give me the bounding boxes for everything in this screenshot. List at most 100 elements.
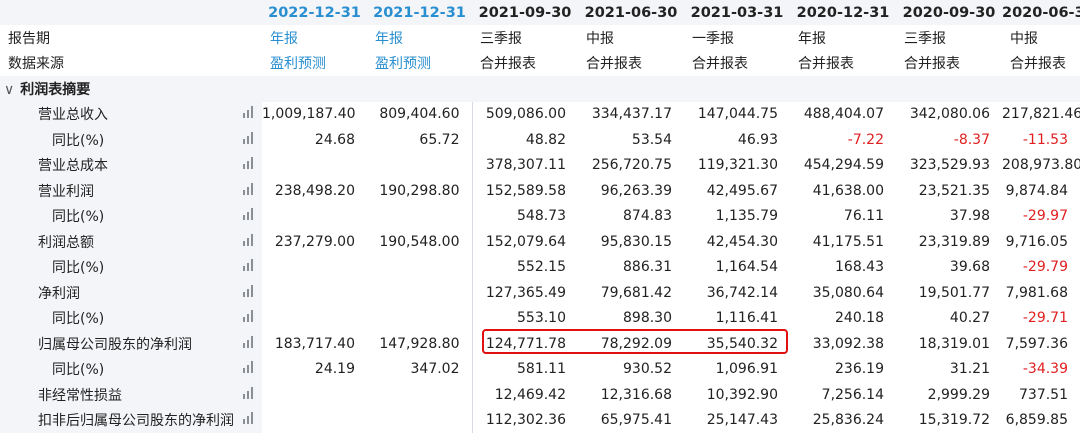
bar-chart-icon[interactable] [242, 208, 256, 221]
bar-chart-icon[interactable] [242, 182, 256, 195]
table-cell: 36,742.14 [684, 280, 790, 306]
report-period-cell: 中报 [1002, 25, 1080, 51]
table-cell [262, 152, 367, 178]
bar-chart-icon[interactable] [242, 259, 256, 272]
table-cell [262, 305, 367, 331]
row-label: 非经常性损益 [0, 382, 236, 408]
table-row: 同比(%) 24.19 347.02 581.11 930.52 1,096.91 236.… [0, 356, 1080, 382]
chart-button-cell[interactable] [236, 101, 262, 127]
table-cell: 25,836.24 [790, 407, 896, 433]
bar-chart-icon[interactable] [242, 386, 256, 399]
table-cell: 1,009,187.40 [262, 101, 367, 127]
section-empty-cell [790, 76, 896, 102]
bar-chart-icon[interactable] [242, 310, 256, 323]
bar-chart-icon[interactable] [242, 284, 256, 297]
table-cell: 96,263.39 [578, 178, 684, 204]
table-cell: 25,147.43 [684, 407, 790, 433]
data-source-cell[interactable]: 盈利预测 [367, 50, 472, 76]
column-date-header[interactable]: 2020-09-30 [896, 0, 1002, 25]
bar-chart-icon[interactable] [242, 412, 256, 425]
section-header-row[interactable]: ∨ 利润表摘要 [0, 76, 1080, 102]
bar-chart-icon[interactable] [242, 106, 256, 119]
chart-button-cell[interactable] [236, 280, 262, 306]
table-cell: 18,319.01 [896, 331, 1002, 357]
table-cell: 2,999.29 [896, 382, 1002, 408]
table-cell: 147,928.80 [367, 331, 473, 357]
chart-button-cell[interactable] [236, 229, 262, 255]
table-cell: 7,256.14 [790, 382, 896, 408]
bar-chart-icon[interactable] [242, 335, 256, 348]
table-cell [367, 280, 473, 306]
table-cell: 737.51 [1002, 382, 1080, 408]
table-cell [367, 407, 473, 433]
chevron-down-icon[interactable]: ∨ [4, 82, 14, 98]
bar-chart-icon[interactable] [242, 233, 256, 246]
table-cell [367, 305, 473, 331]
column-date-header[interactable]: 2021-03-31 [684, 0, 790, 25]
table-cell: 9,716.05 [1002, 229, 1080, 255]
table-cell: 886.31 [578, 254, 684, 280]
bar-chart-icon[interactable] [242, 131, 256, 144]
header-corner [0, 0, 262, 25]
table-cell: 342,080.06 [896, 101, 1002, 127]
bar-chart-icon[interactable] [242, 157, 256, 170]
section-empty-cell [578, 76, 684, 102]
financial-table-view: 2022-12-31 2021-12-31 2021-09-30 2021-06-30… [0, 0, 1080, 435]
column-date-header[interactable]: 2021-12-31 [367, 0, 472, 25]
row-label: 同比(%) [0, 356, 236, 382]
chart-button-cell[interactable] [236, 152, 262, 178]
column-date-header[interactable]: 2021-06-30 [578, 0, 684, 25]
column-date-header[interactable]: 2021-09-30 [472, 0, 578, 25]
table-cell: 124,771.78 [472, 331, 578, 357]
chart-button-cell[interactable] [236, 127, 262, 153]
bar-chart-icon[interactable] [242, 361, 256, 374]
data-source-row: 数据来源 盈利预测 盈利预测 合并报表 合并报表 合并报表 合并报表 合并报表 合并报表 [0, 50, 1080, 76]
table-cell: 40.27 [896, 305, 1002, 331]
chart-button-cell[interactable] [236, 178, 262, 204]
table-cell: 454,294.59 [790, 152, 896, 178]
column-date-header[interactable]: 2020-12-31 [790, 0, 896, 25]
chart-button-cell[interactable] [236, 331, 262, 357]
table-cell: 9,874.84 [1002, 178, 1080, 204]
table-cell: 217,821.46 [1002, 101, 1080, 127]
table-cell: 76.11 [790, 203, 896, 229]
table-cell: 33,092.38 [790, 331, 896, 357]
table-cell: 23,521.35 [896, 178, 1002, 204]
table-cell: 1,164.54 [684, 254, 790, 280]
row-label: 利润总额 [0, 229, 236, 255]
column-date-header[interactable]: 2020-06-30 [1002, 0, 1080, 25]
income-statement-table: 2022-12-31 2021-12-31 2021-09-30 2021-06-30… [0, 0, 1080, 433]
table-row: 净利润 127,365.49 79,681.42 36,742.14 35,080.64… [0, 280, 1080, 306]
report-period-cell: 中报 [578, 25, 684, 51]
table-cell: 190,298.80 [367, 178, 473, 204]
section-title[interactable]: ∨ 利润表摘要 [0, 76, 262, 102]
table-cell: -8.37 [896, 127, 1002, 153]
table-cell: 898.30 [578, 305, 684, 331]
data-source-cell: 合并报表 [472, 50, 578, 76]
table-cell: 323,529.93 [896, 152, 1002, 178]
table-row: 归属母公司股东的净利润 183,717.40 147,928.80 124,771.7… [0, 331, 1080, 357]
table-row: 营业总成本 378,307.11 256,720.75 119,321.30 454,2… [0, 152, 1080, 178]
table-cell [262, 280, 367, 306]
table-cell: 35,080.64 [790, 280, 896, 306]
table-row: 同比(%) 552.15 886.31 1,164.54 168.43 39.68 -29.… [0, 254, 1080, 280]
table-cell: 24.68 [262, 127, 367, 153]
table-cell: 65.72 [367, 127, 473, 153]
row-label: 营业利润 [0, 178, 236, 204]
chart-button-cell[interactable] [236, 407, 262, 433]
table-cell: 1,116.41 [684, 305, 790, 331]
report-period-cell: 年报 [262, 25, 367, 51]
chart-button-cell[interactable] [236, 356, 262, 382]
chart-button-cell[interactable] [236, 254, 262, 280]
table-cell: 809,404.60 [367, 101, 473, 127]
data-source-cell[interactable]: 盈利预测 [262, 50, 367, 76]
row-label: 净利润 [0, 280, 236, 306]
table-cell: 930.52 [578, 356, 684, 382]
column-date-header[interactable]: 2022-12-31 [262, 0, 367, 25]
chart-button-cell[interactable] [236, 382, 262, 408]
data-source-cell: 合并报表 [578, 50, 684, 76]
table-cell: 147,044.75 [684, 101, 790, 127]
row-label: 归属母公司股东的净利润 [0, 331, 236, 357]
chart-button-cell[interactable] [236, 203, 262, 229]
chart-button-cell[interactable] [236, 305, 262, 331]
